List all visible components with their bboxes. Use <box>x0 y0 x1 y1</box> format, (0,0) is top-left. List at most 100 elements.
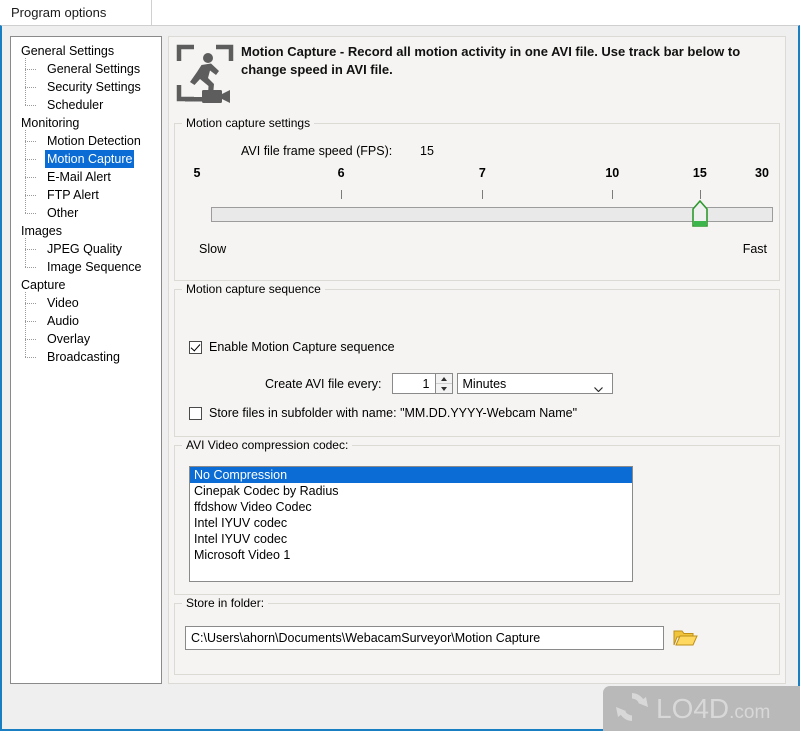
codec-list-item[interactable]: Microsoft Video 1 <box>190 547 632 563</box>
slider-tick-label: 5 <box>193 166 201 180</box>
motion-capture-settings-group: Motion capture settings AVI file frame s… <box>174 116 780 281</box>
codec-list-item[interactable]: ffdshow Video Codec <box>190 499 632 515</box>
sidebar-item-security-settings[interactable]: Security Settings <box>11 76 161 96</box>
motion-capture-sequence-group: Motion capture sequence Enable Motion Ca… <box>174 282 780 437</box>
interval-stepper[interactable] <box>435 373 453 394</box>
sidebar-item-other[interactable]: Other <box>11 202 161 222</box>
sidebar-item-label: Scheduler <box>47 98 104 112</box>
fps-slider-thumb[interactable] <box>692 199 708 230</box>
sidebar-item-scheduler[interactable]: Scheduler <box>11 94 161 114</box>
codec-listbox[interactable]: No Compression Cinepak Codec by Radius ffd… <box>189 466 633 582</box>
enable-sequence-label: Enable Motion Capture sequence <box>209 340 395 354</box>
codec-list-item[interactable]: Intel IYUV codec <box>190 531 632 547</box>
sidebar-item-audio[interactable]: Audio <box>11 310 161 330</box>
sidebar-item-general-settings[interactable]: General Settings <box>11 42 161 60</box>
store-subfolder-checkbox-row[interactable]: Store files in subfolder with name: "MM.… <box>189 406 577 420</box>
tree-branch-icon <box>25 130 43 150</box>
sidebar-item-ftp-alert[interactable]: FTP Alert <box>11 184 161 204</box>
slider-tick-mark <box>341 190 343 199</box>
sidebar-item-e-mail-alert[interactable]: E-Mail Alert <box>11 166 161 186</box>
settings-pane: Motion Capture - Record all motion activ… <box>168 36 786 684</box>
interval-unit-select[interactable]: Minutes <box>456 373 613 394</box>
tree-branch-icon <box>25 328 43 348</box>
slider-tick-mark <box>482 190 484 199</box>
sidebar-item-label: General Settings <box>47 62 141 76</box>
sidebar-item-label: Audio <box>47 314 79 328</box>
window-title: Program options <box>11 5 107 20</box>
program-options-window: Program options General Settings General … <box>0 0 800 731</box>
interval-row: Create AVI file every: 1 Minutes <box>265 373 613 394</box>
chevron-down-icon <box>593 381 603 392</box>
sidebar-item-overlay[interactable]: Overlay <box>11 328 161 348</box>
titlebar: Program options <box>0 0 800 26</box>
tree-branch-icon <box>25 76 43 96</box>
sidebar-item-label: Overlay <box>47 332 91 346</box>
codec-list-item[interactable]: Intel IYUV codec <box>190 515 632 531</box>
sidebar-item-images[interactable]: Images <box>11 222 161 240</box>
sidebar-item-motion-detection[interactable]: Motion Detection <box>11 130 161 150</box>
slider-tick-mark <box>699 190 701 199</box>
sidebar-item-monitoring[interactable]: Monitoring <box>11 114 161 132</box>
sidebar-item-label: Motion Capture <box>45 150 135 168</box>
motion-capture-icon <box>175 41 235 115</box>
sidebar-item-broadcasting[interactable]: Broadcasting <box>11 346 161 366</box>
group-legend-folder: Store in folder: <box>182 596 269 610</box>
stepper-up-icon[interactable] <box>435 374 452 384</box>
group-legend-codec: AVI Video compression codec: <box>182 438 353 452</box>
tree-branch-icon <box>25 310 43 330</box>
store-folder-group: Store in folder: C:\Users\ahorn\Document… <box>174 596 780 675</box>
refresh-arrows-icon <box>615 690 649 727</box>
slider-fast-label: Fast <box>742 242 767 256</box>
sidebar-item-label: Other <box>47 206 79 220</box>
interval-caption: Create AVI file every: <box>265 376 382 391</box>
folder-open-icon[interactable] <box>672 626 698 650</box>
enable-sequence-checkbox-row[interactable]: Enable Motion Capture sequence <box>189 340 395 354</box>
codec-list-item[interactable]: No Compression <box>190 467 632 483</box>
sidebar-item-label: Image Sequence <box>47 260 142 274</box>
sidebar-item-label: Security Settings <box>47 80 141 94</box>
slider-tick-label: 6 <box>337 166 345 180</box>
slider-tick-label: 7 <box>478 166 486 180</box>
fps-slider-track[interactable] <box>211 207 773 222</box>
tree-branch-icon <box>25 346 43 366</box>
slider-tick-mark <box>612 190 614 199</box>
slider-tick-label: 10 <box>605 166 620 180</box>
sidebar-item-label: Broadcasting <box>47 350 120 364</box>
stepper-down-icon[interactable] <box>436 384 452 393</box>
enable-sequence-checkbox[interactable] <box>189 340 202 354</box>
slider-tick-label: 15 <box>692 166 707 180</box>
window-client-area: General Settings General Settings Security… <box>0 25 800 731</box>
slider-slow-label: Slow <box>199 242 227 256</box>
sidebar-item-capture[interactable]: Capture <box>11 276 161 294</box>
sidebar-item-label: JPEG Quality <box>47 242 123 256</box>
slider-tick-label: 30 <box>755 166 769 180</box>
sidebar-item-jpeg-quality[interactable]: JPEG Quality <box>11 238 161 258</box>
store-subfolder-label: Store files in subfolder with name: "MM.… <box>209 406 578 420</box>
watermark-text: LO4D.com <box>656 693 770 725</box>
pane-heading: Motion Capture - Record all motion activ… <box>241 44 741 77</box>
tree-branch-icon <box>25 166 43 186</box>
group-legend-settings: Motion capture settings <box>182 116 315 130</box>
watermark-brand: LO4D <box>656 692 730 724</box>
settings-tree[interactable]: General Settings General Settings Security… <box>10 36 162 684</box>
tree-branch-icon <box>25 94 43 114</box>
avi-codec-group: AVI Video compression codec: No Compress… <box>174 438 780 595</box>
tree-branch-icon <box>25 292 43 312</box>
watermark: LO4D.com <box>603 686 800 731</box>
tree-branch-icon <box>25 148 43 168</box>
sidebar-item-video[interactable]: Video <box>11 292 161 312</box>
sidebar-item-general-settings[interactable]: General Settings <box>11 58 161 78</box>
sidebar-item-label: General Settings <box>21 44 115 58</box>
tree-branch-icon <box>25 202 43 222</box>
folder-path-input[interactable]: C:\Users\ahorn\Documents\WebacamSurveyor… <box>185 626 664 650</box>
sidebar-item-label: Monitoring <box>21 116 80 130</box>
fps-value: 15 <box>420 144 434 158</box>
group-legend-sequence: Motion capture sequence <box>182 282 325 296</box>
codec-list-item[interactable]: Cinepak Codec by Radius <box>190 483 632 499</box>
sidebar-item-motion-capture[interactable]: Motion Capture <box>11 148 161 168</box>
sidebar-item-image-sequence[interactable]: Image Sequence <box>11 256 161 276</box>
slider-tick-labels: 5 6 7 10 15 30 <box>193 166 769 184</box>
store-subfolder-checkbox[interactable] <box>189 406 202 420</box>
interval-input[interactable]: 1 <box>391 373 436 394</box>
tree-branch-icon <box>25 238 43 258</box>
